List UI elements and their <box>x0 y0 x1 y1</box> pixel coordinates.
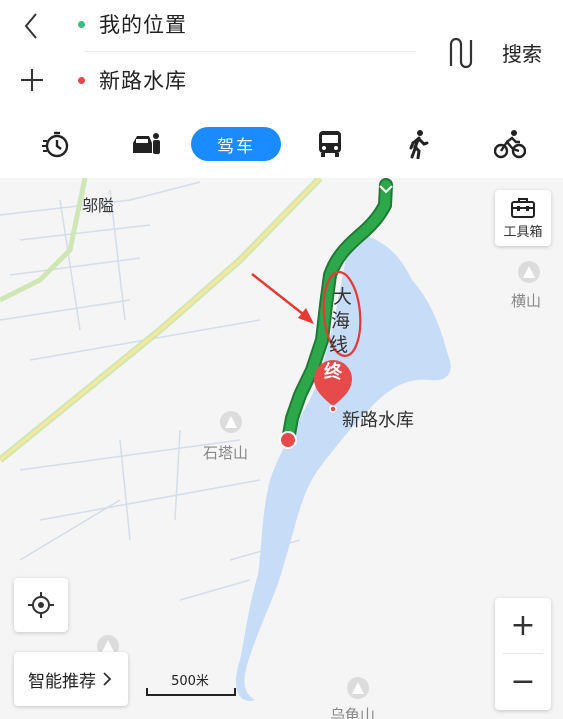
toolbox-button[interactable]: 工具箱 <box>495 190 551 246</box>
search-button[interactable]: 搜索 <box>502 38 542 67</box>
carpool-icon <box>133 133 160 154</box>
road-name-char: 大 <box>333 286 353 308</box>
mountain-poi-icon <box>518 261 540 283</box>
toolbox-label: 工具箱 <box>503 224 543 240</box>
chevron-right-icon <box>103 672 112 686</box>
road-name-char: 海 <box>331 310 351 332</box>
destination-dot <box>78 76 85 84</box>
mode-bus[interactable] <box>310 124 350 164</box>
map-scale: 500米 <box>146 668 236 698</box>
zoom-out-button[interactable]: − <box>495 654 551 709</box>
plus-icon <box>21 69 43 91</box>
end-marker-label: 终 <box>324 362 342 383</box>
label-destination: 新路水库 <box>342 410 414 431</box>
scale-label: 500米 <box>171 674 209 689</box>
label-town: 邬隘 <box>82 196 115 215</box>
swap-route-button[interactable] <box>442 36 476 70</box>
label-mountain-3: 乌龟山 <box>330 706 376 719</box>
smart-recommend-label: 智能推荐 <box>28 671 96 692</box>
back-button[interactable] <box>14 8 50 44</box>
annotation-arrow <box>251 273 314 324</box>
mode-walk[interactable] <box>398 124 438 164</box>
origin-dot <box>78 20 85 28</box>
back-arrow-icon <box>24 13 37 39</box>
locate-button[interactable] <box>14 578 68 632</box>
route-end-dot <box>281 433 295 447</box>
mode-drive[interactable]: 驾车 <box>191 127 281 161</box>
toolbox-icon <box>511 197 535 218</box>
label-mountain-1: 横山 <box>511 292 542 310</box>
zoom-in-button[interactable]: + <box>495 598 551 653</box>
stopwatch-icon <box>42 131 69 158</box>
bicycle-icon <box>494 130 526 159</box>
mode-timer[interactable] <box>36 124 76 164</box>
add-waypoint-button[interactable] <box>14 62 50 98</box>
origin-text: 我的位置 <box>99 13 187 37</box>
walking-icon <box>409 130 429 159</box>
row-divider <box>84 51 416 52</box>
label-mountain-2: 石塔山 <box>203 444 249 462</box>
mountain-poi-icon <box>347 677 369 699</box>
scale-bar <box>146 688 236 696</box>
mode-bike[interactable] <box>490 124 530 164</box>
swap-route-icon <box>449 37 473 69</box>
locate-icon <box>28 592 54 618</box>
smart-recommend-button[interactable]: 智能推荐 <box>14 652 128 706</box>
origin-field[interactable]: 我的位置 <box>78 2 187 46</box>
road-name-char: 线 <box>329 334 349 356</box>
bus-icon <box>319 131 341 157</box>
travel-mode-bar: 驾车 <box>0 120 563 168</box>
map-view[interactable]: 邬隘 横山 石塔山 乌龟山 新路水库 <box>0 178 563 719</box>
route-header: 我的位置 新路水库 搜索 驾车 <box>0 0 563 178</box>
destination-text: 新路水库 <box>99 69 187 93</box>
map-canvas <box>0 178 540 701</box>
destination-field[interactable]: 新路水库 <box>78 58 187 102</box>
zoom-control: + − <box>495 598 551 710</box>
mountain-poi-icon <box>220 411 242 433</box>
mode-carpool[interactable] <box>126 124 166 164</box>
